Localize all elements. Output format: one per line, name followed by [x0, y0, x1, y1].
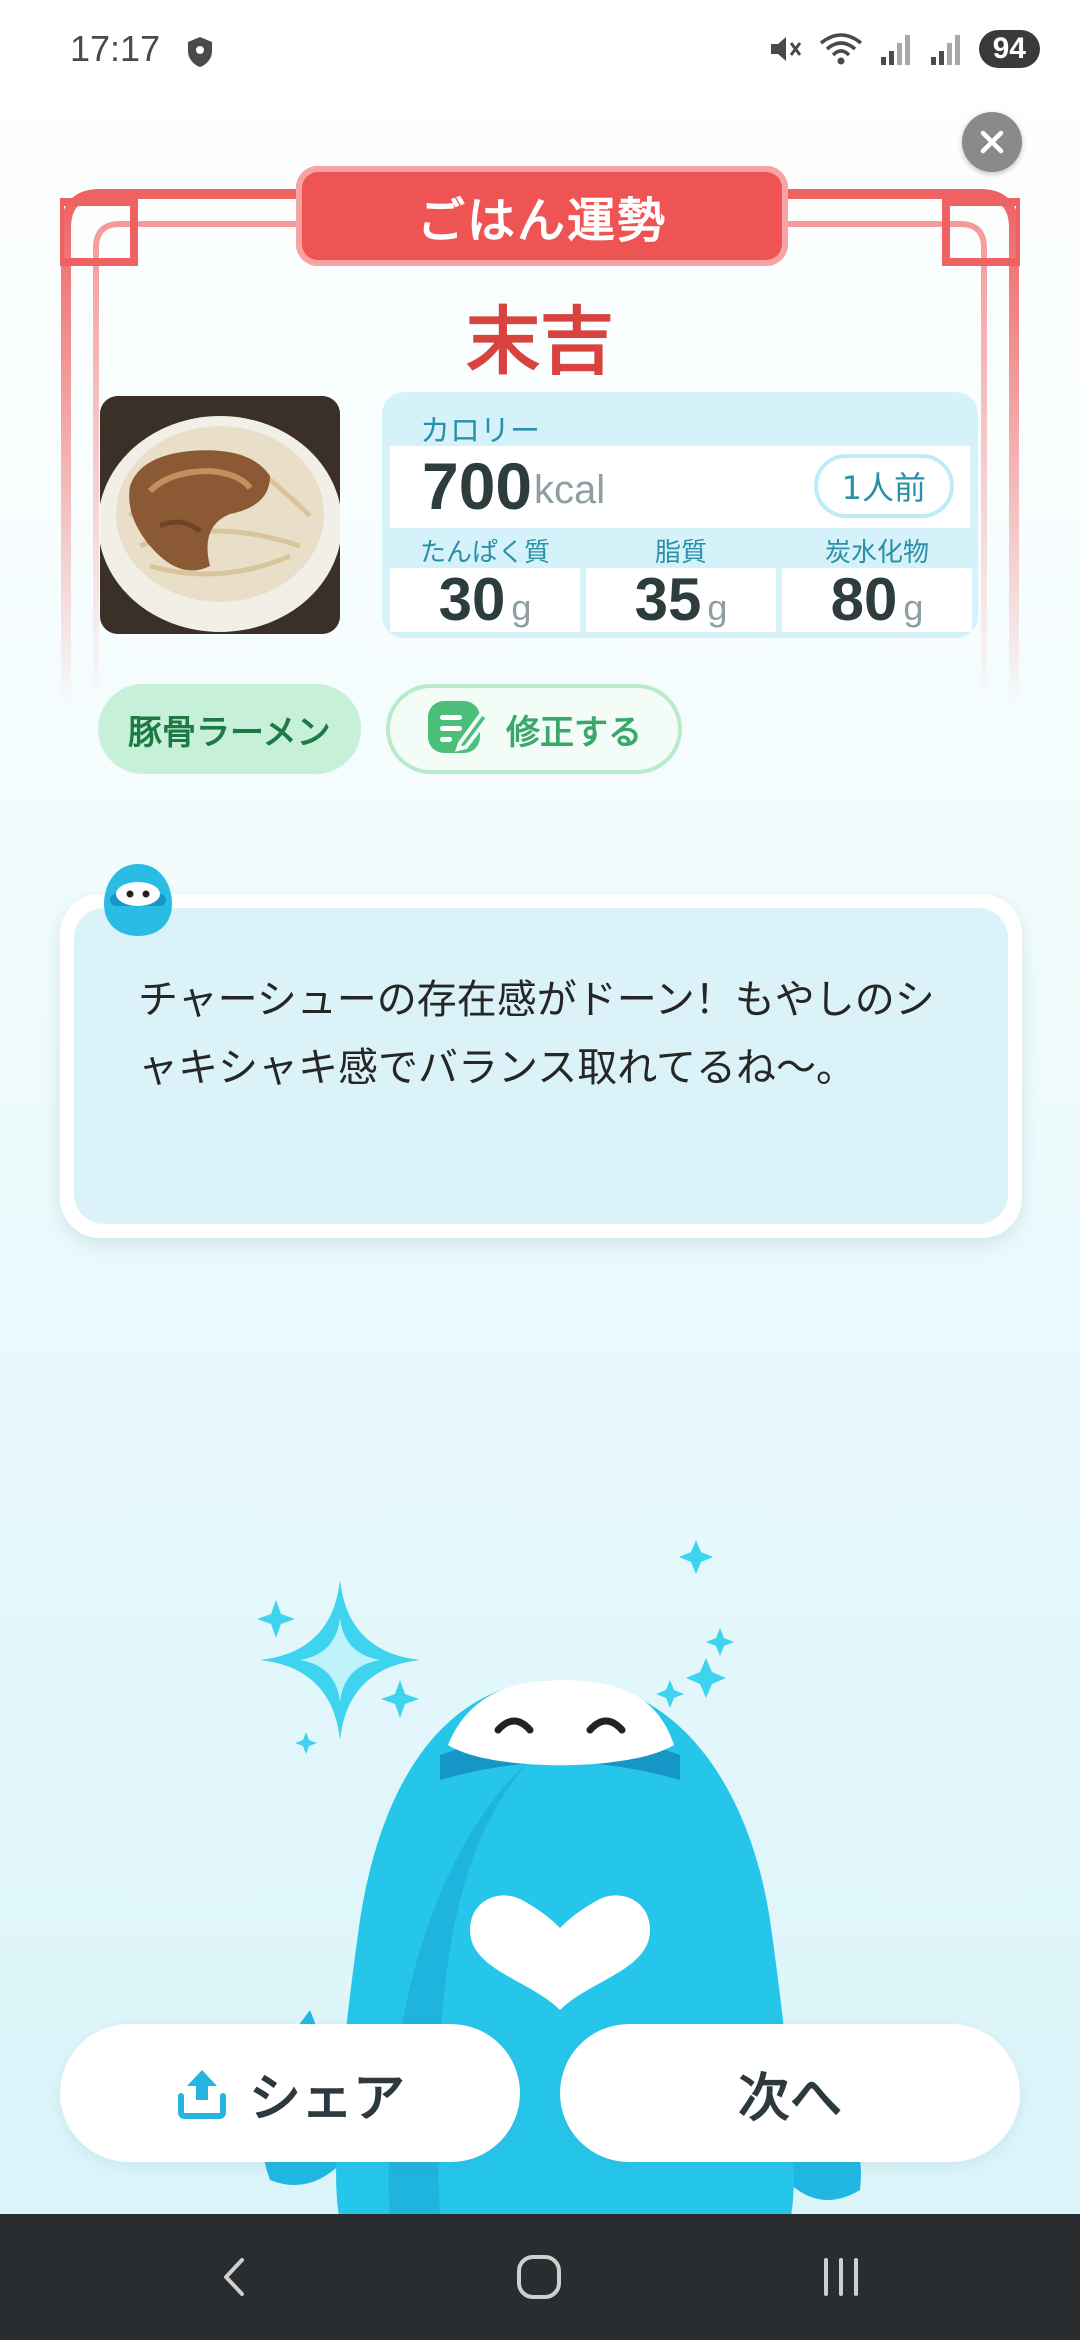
macro-unit: g [903, 587, 924, 628]
recents-icon[interactable] [816, 2252, 866, 2302]
calorie-unit: kcal [534, 468, 606, 512]
macro-value: 30 [438, 566, 506, 633]
macro-row: たんぱく質 30 g 脂質 35 g 炭水化物 80 g [390, 532, 972, 632]
next-button-label: 次へ [737, 2068, 842, 2129]
status-time: 17:17 [70, 28, 161, 69]
fortune-banner: ごはん運勢 [296, 166, 788, 266]
macro-protein: たんぱく質 30 g [390, 532, 580, 632]
macro-value: 80 [830, 566, 898, 633]
ramen-image [100, 396, 340, 634]
edit-button[interactable]: 修正する [386, 684, 682, 774]
edit-button-label: 修正する [506, 712, 642, 753]
home-icon[interactable] [514, 2252, 564, 2302]
calorie-label: カロリー [420, 414, 540, 449]
dish-name-chip[interactable]: 豚骨ラーメン [98, 684, 361, 774]
next-button[interactable]: 次へ [560, 2024, 1020, 2162]
fortune-result: 末吉 [466, 299, 614, 385]
comment-bubble: チャーシューの存在感がドーン！もやしのシャキシャキ感でバランス取れてるね〜。 [60, 894, 1022, 1238]
macro-unit: g [511, 587, 532, 628]
share-icon [177, 2070, 226, 2119]
status-bar: 17:17 94 [0, 0, 1080, 100]
calorie-value: 700 [422, 449, 533, 523]
macro-unit: g [707, 587, 728, 628]
edit-note-icon [428, 701, 490, 753]
battery-indicator: 94 [978, 30, 1040, 68]
wifi-icon [819, 33, 862, 65]
mute-icon [770, 37, 801, 61]
macro-label: たんぱく質 [419, 538, 550, 568]
macro-fat: 脂質 35 g [586, 532, 776, 632]
calorie-row: 700 kcal 1人前 [390, 446, 970, 528]
fortune-banner-title: ごはん運勢 [416, 193, 667, 249]
macro-label: 脂質 [654, 538, 707, 568]
nutrition-card: カロリー 700 kcal 1人前 たんぱく質 30 g 脂質 35 g 炭水化… [382, 392, 978, 638]
food-photo [100, 396, 340, 634]
back-icon[interactable] [210, 2252, 260, 2302]
close-button[interactable] [962, 112, 1022, 172]
system-nav-bar [0, 2214, 1080, 2340]
macro-label: 炭水化物 [824, 538, 929, 568]
comment-text: チャーシューの存在感がドーン！もやしのシャキシャキ感でバランス取れてるね〜。 [138, 977, 935, 1091]
status-icons: 94 [767, 30, 1040, 68]
signal-icon [880, 35, 910, 65]
shield-icon [188, 37, 212, 67]
signal-icon [930, 35, 960, 65]
mascot-avatar-icon [104, 864, 172, 936]
share-button-label: シェア [248, 2068, 405, 2129]
macro-value: 35 [634, 566, 702, 633]
serving-badge[interactable]: 1人前 [813, 454, 954, 518]
macro-carbs: 炭水化物 80 g [782, 532, 972, 632]
close-icon [980, 130, 1004, 154]
share-button[interactable]: シェア [60, 2024, 520, 2162]
